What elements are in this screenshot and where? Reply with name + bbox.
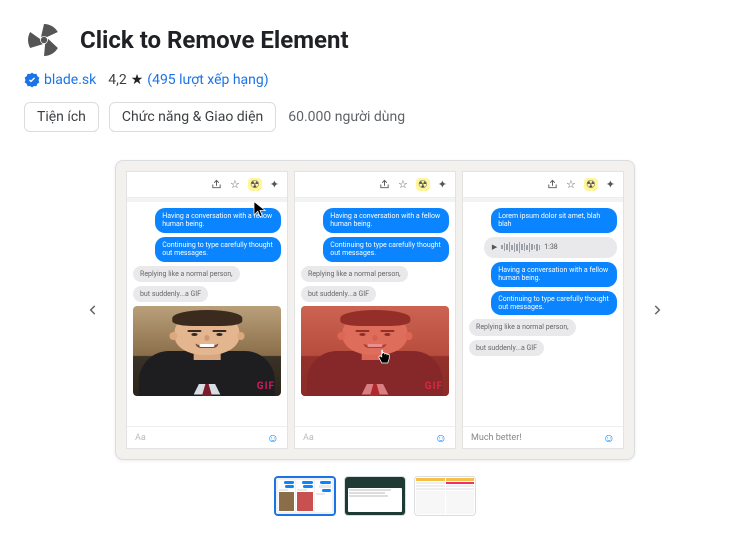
star-icon: ☆ bbox=[398, 178, 408, 191]
carousel-prev-button[interactable] bbox=[79, 296, 107, 324]
chat-area: Having a conversation with a fellow huma… bbox=[127, 202, 287, 426]
chat-bubble: Having a conversation with a fellow huma… bbox=[491, 262, 617, 287]
audio-message: ▶ 1:38 bbox=[484, 237, 617, 258]
chip-category-extension[interactable]: Tiện ích bbox=[24, 102, 99, 132]
chip-category-functionality[interactable]: Chức năng & Giao diện bbox=[109, 102, 276, 132]
chat-bubble: Replying like a normal person, bbox=[301, 266, 408, 282]
radiation-icon: ☢ bbox=[416, 178, 430, 191]
thumbnail-3[interactable] bbox=[414, 476, 476, 516]
waveform-icon bbox=[501, 242, 540, 253]
screenshot-main: ☆ ☢ ✦ Having a conversation with a fello… bbox=[115, 160, 635, 460]
browser-toolbar: ☆ ☢ ✦ bbox=[295, 172, 455, 198]
thumbnail-1[interactable] bbox=[274, 476, 336, 516]
demo-panel-3: ☆ ☢ ✦ Lorem ipsum dolor sit amet, blah b… bbox=[462, 171, 624, 449]
gif-badge: GIF bbox=[425, 381, 443, 393]
chat-area: Having a conversation with a fellow huma… bbox=[295, 202, 455, 426]
ratings-count-link[interactable]: (495 lượt xếp hạng) bbox=[147, 72, 268, 88]
verified-badge-icon bbox=[24, 72, 40, 88]
extension-logo-icon bbox=[24, 20, 64, 60]
chat-bubble: Continuing to type carefully thought out… bbox=[491, 291, 617, 316]
demo-panel-2: ☆ ☢ ✦ Having a conversation with a fello… bbox=[294, 171, 456, 449]
chat-bubble: Having a conversation with a fellow huma… bbox=[323, 208, 449, 233]
gif-image-highlighted: GIF bbox=[301, 306, 449, 396]
chevron-right-icon bbox=[650, 303, 664, 317]
emoji-icon: ☺ bbox=[435, 431, 447, 445]
header: Click to Remove Element bbox=[24, 20, 726, 60]
chat-input-bar: Aa ☺ bbox=[127, 426, 287, 448]
chat-input-bar: Aa ☺ bbox=[295, 426, 455, 448]
developer-link[interactable]: blade.sk bbox=[44, 72, 96, 88]
chat-area: Lorem ipsum dolor sit amet, blah blah ▶ … bbox=[463, 202, 623, 426]
extension-title: Click to Remove Element bbox=[80, 26, 349, 54]
carousel-next-button[interactable] bbox=[643, 296, 671, 324]
gif-badge: GIF bbox=[257, 381, 275, 393]
meta-row: blade.sk 4,2 ★ (495 lượt xếp hạng) bbox=[24, 72, 726, 88]
share-icon bbox=[547, 179, 558, 190]
chat-bubble: Lorem ipsum dolor sit amet, blah blah bbox=[491, 208, 617, 233]
chips-row: Tiện ích Chức năng & Giao diện 60.000 ng… bbox=[24, 102, 726, 132]
chat-input-text: Much better! bbox=[471, 433, 522, 443]
share-icon bbox=[211, 179, 222, 190]
browser-toolbar: ☆ ☢ ✦ bbox=[463, 172, 623, 198]
thumbnails-row bbox=[24, 476, 726, 516]
chat-input-bar: Much better! ☺ bbox=[463, 426, 623, 448]
star-icon: ☆ bbox=[566, 178, 576, 191]
chat-bubble: Replying like a normal person, bbox=[469, 319, 576, 335]
emoji-icon: ☺ bbox=[603, 431, 615, 445]
rating: 4,2 ★ (495 lượt xếp hạng) bbox=[108, 72, 268, 88]
share-icon bbox=[379, 179, 390, 190]
chat-bubble: Continuing to type carefully thought out… bbox=[155, 237, 281, 262]
chat-input-placeholder: Aa bbox=[303, 433, 314, 443]
chevron-left-icon bbox=[86, 303, 100, 317]
chat-bubble: Replying like a normal person, bbox=[133, 266, 240, 282]
user-count: 60.000 người dùng bbox=[288, 109, 405, 125]
emoji-icon: ☺ bbox=[267, 431, 279, 445]
star-icon: ☆ bbox=[230, 178, 240, 191]
chat-bubble: Continuing to type carefully thought out… bbox=[323, 237, 449, 262]
play-icon: ▶ bbox=[492, 243, 497, 251]
mouse-cursor-icon bbox=[251, 200, 269, 218]
gif-image: GIF bbox=[133, 306, 281, 396]
chat-bubble: but suddenly...a GIF bbox=[301, 286, 376, 302]
pointer-cursor-icon bbox=[375, 348, 393, 366]
browser-toolbar: ☆ ☢ ✦ bbox=[127, 172, 287, 198]
screenshot-carousel: ☆ ☢ ✦ Having a conversation with a fello… bbox=[24, 160, 726, 460]
chat-input-placeholder: Aa bbox=[135, 433, 146, 443]
puzzle-icon: ✦ bbox=[606, 178, 615, 191]
radiation-icon: ☢ bbox=[584, 178, 598, 191]
chat-bubble: but suddenly...a GIF bbox=[133, 286, 208, 302]
chat-bubble: but suddenly...a GIF bbox=[469, 340, 544, 356]
star-icon: ★ bbox=[131, 72, 144, 88]
thumbnail-2[interactable] bbox=[344, 476, 406, 516]
audio-duration: 1:38 bbox=[544, 243, 558, 251]
puzzle-icon: ✦ bbox=[270, 178, 279, 191]
rating-value: 4,2 bbox=[108, 72, 127, 88]
puzzle-icon: ✦ bbox=[438, 178, 447, 191]
developer-verified[interactable]: blade.sk bbox=[24, 72, 96, 88]
radiation-icon: ☢ bbox=[248, 178, 262, 191]
demo-panel-1: ☆ ☢ ✦ Having a conversation with a fello… bbox=[126, 171, 288, 449]
